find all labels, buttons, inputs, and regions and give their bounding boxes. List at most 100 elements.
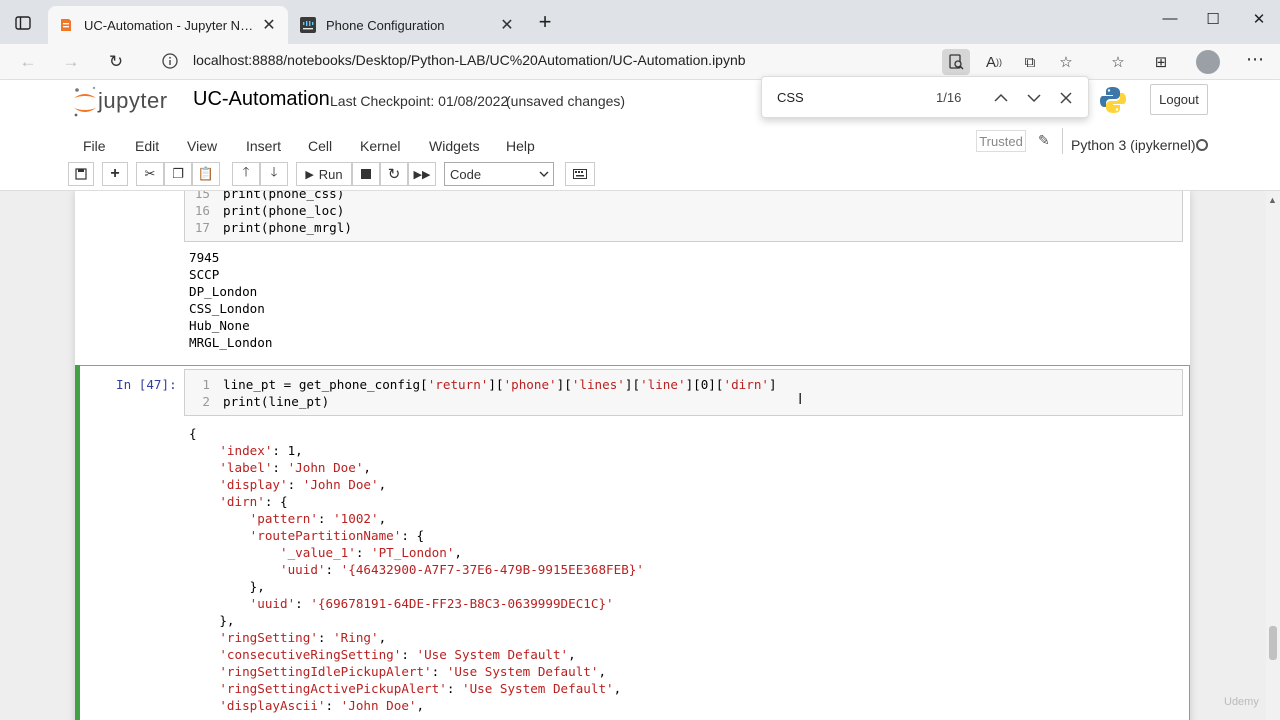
output-line: SCCP <box>189 267 220 282</box>
output-line: }, <box>189 613 235 628</box>
move-down-icon[interactable]: 🡓 <box>260 162 288 186</box>
save-icon[interactable] <box>68 162 94 186</box>
scroll-up-icon[interactable]: ▲ <box>1268 195 1277 205</box>
move-up-icon[interactable]: 🡑 <box>232 162 260 186</box>
code-line: print(line_pt) <box>223 394 330 409</box>
kernel-name[interactable]: Python 3 (ipykernel) <box>1071 137 1196 153</box>
back-icon[interactable]: ← <box>14 50 42 74</box>
input-prompt: In [47]: <box>116 377 177 392</box>
menu-file[interactable]: File <box>83 138 106 154</box>
url-text[interactable]: localhost:8888/notebooks/Desktop/Python-… <box>193 52 746 68</box>
tab-title: Phone Configuration <box>326 17 445 33</box>
find-previous-icon[interactable] <box>989 86 1013 110</box>
menu-widgets[interactable]: Widgets <box>429 138 480 154</box>
app-available-icon[interactable]: ⧉ <box>1016 49 1044 75</box>
python-logo-icon <box>1098 85 1128 115</box>
favorites-icon[interactable]: ☆ <box>1104 49 1132 75</box>
edit-mode-pencil-icon: ✎ <box>1038 132 1050 148</box>
collections-icon[interactable]: ⊞ <box>1147 49 1175 75</box>
menu-insert[interactable]: Insert <box>246 138 281 154</box>
read-aloud-icon[interactable]: A)) <box>980 49 1008 75</box>
scrollbar-thumb[interactable] <box>1269 626 1277 660</box>
trusted-badge[interactable]: Trusted <box>976 130 1026 152</box>
run-label: Run <box>318 166 343 182</box>
close-find-icon[interactable] <box>1054 86 1078 110</box>
line-number: 16 <box>194 203 210 218</box>
menu-view[interactable]: View <box>187 138 217 154</box>
output-line: 'ringSettingActivePickupAlert': 'Use Sys… <box>219 681 622 696</box>
output-line: 'uuid': '{69678191-64DE-FF23-B8C3-063999… <box>249 596 614 611</box>
restart-run-all-icon[interactable]: ▶▶ <box>408 162 436 186</box>
cut-icon[interactable]: ✂ <box>136 162 164 186</box>
notebook-area: 15 print(phone_css) 16 print(phone_loc) … <box>0 191 1266 720</box>
jupyter-wordmark: jupyter <box>98 88 168 113</box>
close-window-icon[interactable]: ✕ <box>1244 10 1274 28</box>
find-input[interactable]: CSS <box>777 90 804 105</box>
interrupt-icon[interactable] <box>352 162 380 186</box>
kernel-idle-indicator-icon <box>1196 139 1208 151</box>
menu-edit[interactable]: Edit <box>135 138 159 154</box>
output-line: 'pattern': '1002', <box>249 511 387 526</box>
code-line: print(phone_loc) <box>223 203 345 218</box>
output-line: MRGL_London <box>189 335 273 350</box>
output-line: 7945 <box>189 250 220 265</box>
paste-icon[interactable]: 📋 <box>192 162 220 186</box>
notebook-toolbar: + ✂ ❐ 📋 🡑 🡓 ▶ Run ↻ ▶▶ Code <box>68 162 1214 190</box>
command-palette-icon[interactable] <box>565 162 595 186</box>
close-tab-icon[interactable]: ✕ <box>498 15 516 35</box>
minimize-icon[interactable]: — <box>1155 10 1185 27</box>
refresh-icon[interactable]: ↻ <box>102 50 130 74</box>
output-line: Hub_None <box>189 318 250 333</box>
output-line: 'ringSettingIdlePickupAlert': 'Use Syste… <box>219 664 607 679</box>
browser-tab-bar: UC-Automation - Jupyter Notebook ✕ Phone… <box>0 0 1280 44</box>
find-on-page-icon[interactable] <box>942 49 970 75</box>
line-number: 2 <box>202 394 210 409</box>
forward-icon[interactable]: → <box>57 50 85 74</box>
output-line: 'ringSetting': 'Ring', <box>219 630 387 645</box>
output-line: 'display': 'John Doe', <box>219 477 387 492</box>
run-button[interactable]: ▶ Run <box>296 162 352 186</box>
text-cursor-icon: I <box>798 391 803 408</box>
menu-cell[interactable]: Cell <box>308 138 332 154</box>
cell-type-value: Code <box>450 166 482 182</box>
maximize-icon[interactable]: ☐ <box>1198 10 1228 28</box>
udemy-watermark: Udemy <box>1224 696 1259 708</box>
line-number: 17 <box>194 220 210 235</box>
output-line: 'dirn': { <box>219 494 288 509</box>
kernel-separator <box>1062 128 1063 154</box>
logout-button[interactable]: Logout <box>1150 84 1208 115</box>
notebook-name[interactable]: UC-Automation <box>193 88 330 111</box>
profile-avatar[interactable] <box>1196 50 1220 74</box>
close-tab-icon[interactable]: ✕ <box>260 15 278 35</box>
code-line: line_pt = get_phone_config['return']['ph… <box>223 377 777 392</box>
output-line: }, <box>189 579 265 594</box>
line-number: 15 <box>194 191 210 201</box>
tab-actions-icon[interactable] <box>8 10 38 36</box>
cell-type-select[interactable]: Code <box>444 162 554 186</box>
selected-cell-indicator <box>75 365 80 720</box>
output-line: 'uuid': '{46432900-A7F7-37E6-479B-9915EE… <box>280 562 644 577</box>
new-tab-button[interactable]: + <box>534 11 556 34</box>
code-line: print(phone_mrgl) <box>223 220 352 235</box>
output-line: DP_London <box>189 284 258 299</box>
menu-help[interactable]: Help <box>506 138 535 154</box>
site-info-icon[interactable] <box>160 51 180 71</box>
more-options-icon[interactable]: ⋯ <box>1246 49 1264 70</box>
find-match-count: 1/16 <box>936 90 962 105</box>
output-line: 'label': 'John Doe', <box>219 460 372 475</box>
copy-icon[interactable]: ❐ <box>164 162 192 186</box>
favorite-star-icon[interactable]: ☆ <box>1052 49 1080 75</box>
insert-cell-icon[interactable]: + <box>102 162 128 186</box>
output-line: 'displayAscii': 'John Doe', <box>219 698 425 713</box>
tab-phone-configuration[interactable]: Phone Configuration ✕ <box>290 6 526 44</box>
jupyter-logo[interactable]: jupyter <box>70 84 182 120</box>
tab-jupyter[interactable]: UC-Automation - Jupyter Notebook ✕ <box>48 6 288 44</box>
find-next-icon[interactable] <box>1022 86 1046 110</box>
unsaved-status: (unsaved changes) <box>506 93 626 109</box>
output-line: { <box>189 426 197 441</box>
jupyter-favicon-icon <box>58 17 74 33</box>
browser-address-bar: ← → ↻ localhost:8888/notebooks/Desktop/P… <box>0 44 1280 80</box>
vertical-scrollbar[interactable]: ▲ <box>1266 191 1280 720</box>
restart-icon[interactable]: ↻ <box>380 162 408 186</box>
menu-kernel[interactable]: Kernel <box>360 138 400 154</box>
